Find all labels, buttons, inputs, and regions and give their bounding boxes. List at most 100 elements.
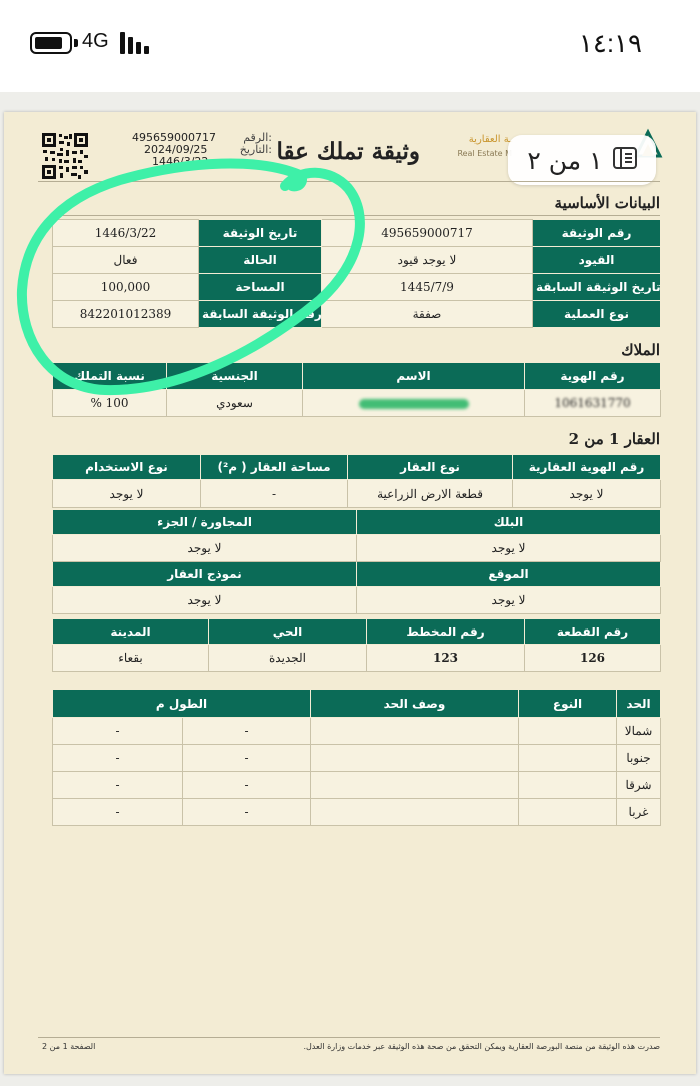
table-row: رقم القطعة رقم المخطط الحي المدينة	[52, 618, 661, 645]
boundary-desc	[310, 744, 519, 772]
boundary-type-header: النوع	[518, 689, 617, 718]
city-value: بقعاء	[52, 644, 209, 672]
operation-type-value: صفقة	[321, 300, 533, 328]
table-row: جنوبا - -	[52, 744, 661, 772]
page-indicator-label: ١ من ٢	[527, 145, 603, 175]
plot-number-header: رقم القطعة	[524, 618, 661, 645]
boundary-length: -	[52, 744, 183, 772]
table-row: الموقع نموذج العقار	[52, 561, 661, 587]
previous-document-date-label: تاريخ الوثيقة السابقة	[532, 273, 661, 301]
boundary-desc-header: وصف الحد	[310, 689, 519, 718]
block-header: البلك	[356, 509, 661, 535]
property-plot-table: رقم القطعة رقم المخطط الحي المدينة 126 1…	[52, 618, 661, 672]
boundary-desc	[310, 717, 519, 745]
header-divider	[38, 181, 660, 182]
section-basic-info-title: البيانات الأساسية	[554, 194, 660, 212]
plan-number-value: 123	[366, 644, 525, 672]
status-bar: 4G ١٤:١٩	[0, 0, 700, 92]
document-date-value: 1446/3/22	[52, 219, 199, 247]
owner-share-header: نسبة التملك	[52, 362, 167, 390]
basic-info-table: 1446/3/22 تاريخ الوثيقة 495659000717 رقم…	[52, 219, 661, 328]
table-row: رقم الهوية العقارية نوع العقار مساحة الع…	[52, 454, 661, 480]
boundary-desc-value: -	[182, 771, 311, 799]
plot-number-value: 126	[524, 644, 661, 672]
boundary-length: -	[52, 771, 183, 799]
table-row: 126 123 الجديدة بقعاء	[52, 644, 661, 672]
property-type-header: نوع العقار	[347, 454, 513, 480]
battery-icon	[30, 32, 78, 54]
boundary-length: -	[52, 717, 183, 745]
logo-text-en: Real Estate M	[457, 149, 512, 158]
neighborhood-part-header: المجاورة / الجزء	[52, 509, 357, 535]
table-row: 1061631770 سعودي 100 %	[52, 389, 661, 417]
table-row: شمالا - -	[52, 717, 661, 745]
owner-nationality-value: سعودي	[166, 389, 303, 417]
table-row: الحد النوع وصف الحد الطول م	[52, 689, 661, 718]
boundary-type	[518, 717, 617, 745]
logo-text-ar: ـة العقارية	[468, 134, 512, 145]
previous-document-number-value: 842201012389	[52, 300, 199, 328]
status-value: فعال	[52, 246, 199, 274]
table-row: لا يوجد لا يوجد	[52, 586, 661, 614]
district-value: الجديدة	[208, 644, 367, 672]
table-row: 842201012389 رقم الوثيقة السابقة صفقة نو…	[52, 300, 661, 328]
boundary-length-header: الطول م	[52, 689, 311, 718]
logo: ـة العقارية Real Estate M	[452, 134, 512, 164]
property-model-value: لا يوجد	[52, 586, 357, 614]
signal-icon	[120, 32, 156, 54]
location-value: لا يوجد	[356, 586, 661, 614]
section-property-title: العقار 1 من 2	[568, 430, 660, 448]
owner-name-value	[302, 389, 525, 417]
previous-document-number-label: رقم الوثيقة السابقة	[198, 300, 322, 328]
location-header: الموقع	[356, 561, 661, 587]
owner-nationality-header: الجنسية	[166, 362, 303, 390]
page-thumbnail-icon	[612, 147, 637, 173]
boundary-side: شمالا	[616, 717, 661, 745]
table-row: رقم الهوية الاسم الجنسية نسبة التملك	[52, 362, 661, 390]
status-time: ١٤:١٩	[578, 28, 642, 58]
boundary-side-header: الحد	[616, 689, 661, 718]
boundary-desc	[310, 798, 519, 826]
table-row: 100,000 المساحة 1445/7/9 تاريخ الوثيقة ا…	[52, 273, 661, 301]
area-value: 100,000	[52, 273, 199, 301]
boundary-side: غربا	[616, 798, 661, 826]
document-title: وثيقة تملك عقا	[276, 138, 421, 165]
property-table-block: البلك المجاورة / الجزء لا يوجد لا يوجد ا…	[52, 509, 661, 614]
property-area-header: مساحة العقار ( م²)	[200, 454, 348, 480]
network-type: 4G	[82, 30, 109, 52]
table-row: لا يوجد لا يوجد	[52, 534, 661, 562]
area-label: المساحة	[198, 273, 322, 301]
document-date-label: تاريخ الوثيقة	[198, 219, 322, 247]
table-row: 1446/3/22 تاريخ الوثيقة 495659000717 رقم…	[52, 219, 661, 247]
owner-share-value: 100 %	[52, 389, 167, 417]
meta-hijri: 1446/3/22	[152, 155, 209, 168]
property-id-header: رقم الهوية العقارية	[512, 454, 661, 480]
previous-document-date-value: 1445/7/9	[321, 273, 533, 301]
footer-divider	[38, 1037, 660, 1038]
boundary-type	[518, 798, 617, 826]
document-number-label: رقم الوثيقة	[532, 219, 661, 247]
boundary-desc-value: -	[182, 798, 311, 826]
owner-id-header: رقم الهوية	[524, 362, 661, 390]
boundary-side: شرقا	[616, 771, 661, 799]
boundary-length: -	[52, 798, 183, 826]
restrictions-value: لا يوجد قيود	[321, 246, 533, 274]
district-header: الحي	[208, 618, 367, 645]
page-indicator[interactable]: ١ من ٢	[508, 135, 656, 185]
boundary-desc-value: -	[182, 744, 311, 772]
owners-table: رقم الهوية الاسم الجنسية نسبة التملك 106…	[52, 362, 661, 417]
boundary-side: جنوبا	[616, 744, 661, 772]
table-row: البلك المجاورة / الجزء	[52, 509, 661, 535]
boundary-type	[518, 744, 617, 772]
table-row: فعال الحالة لا يوجد قيود القيود	[52, 246, 661, 274]
property-type-value: قطعة الارض الزراعية	[347, 479, 513, 508]
document-meta: 495659000717 الرقم: 2024/09/25 التاريخ: 14…	[132, 132, 272, 168]
table-row: لا يوجد قطعة الارض الزراعية - لا يوجد	[52, 479, 661, 508]
footer-note: صدرت هذه الوثيقة من منصة البورصة العقاري…	[303, 1042, 660, 1051]
property-area-value: -	[200, 479, 348, 508]
boundaries-table: الحد النوع وصف الحد الطول م شمالا - - جن…	[52, 689, 661, 826]
city-header: المدينة	[52, 618, 209, 645]
usage-type-value: لا يوجد	[52, 479, 201, 508]
status-label: الحالة	[198, 246, 322, 274]
owner-name-header: الاسم	[302, 362, 525, 390]
